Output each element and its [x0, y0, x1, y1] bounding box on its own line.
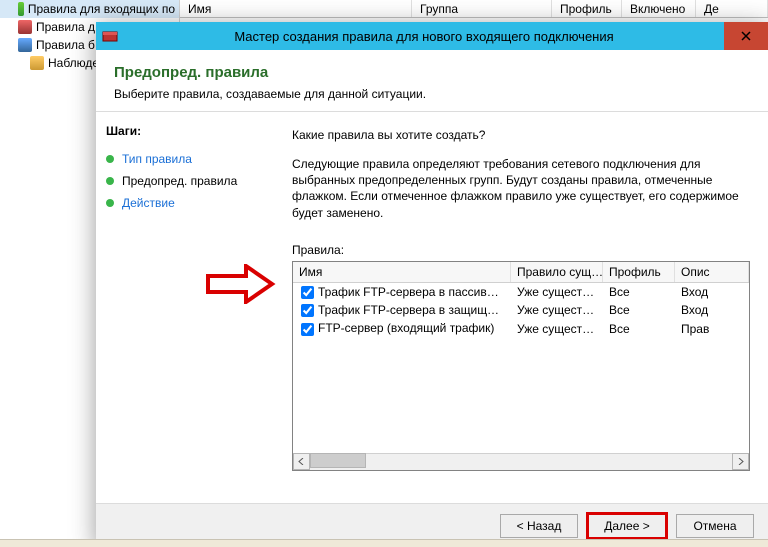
rule-checkbox[interactable] [301, 304, 314, 317]
scroll-right-button[interactable] [732, 453, 749, 470]
table-row[interactable]: Трафик FTP-сервера в защищенном режи… Уж… [293, 301, 749, 319]
rule-desc: Вход [675, 302, 749, 318]
col-enabled[interactable]: Включено [622, 0, 696, 17]
next-button[interactable]: Далее > [588, 514, 666, 538]
step-label: Тип правила [122, 152, 192, 166]
rule-exists: Уже существ… [511, 302, 603, 318]
rules-security-icon [18, 38, 32, 52]
rule-exists: Уже существ… [511, 321, 603, 337]
rule-checkbox[interactable] [301, 323, 314, 336]
taskbar-strip [0, 539, 768, 547]
step-rule-type[interactable]: Тип правила [106, 148, 272, 170]
grid-header: Имя Правило сущ… Профиль Опис [293, 262, 749, 283]
rules-inbound-icon [18, 2, 24, 16]
rule-exists: Уже существ… [511, 284, 603, 300]
col-header-name[interactable]: Имя [293, 262, 511, 282]
explain-text: Следующие правила определяют требования … [292, 156, 750, 221]
col-profile[interactable]: Профиль [552, 0, 622, 17]
rule-checkbox[interactable] [301, 286, 314, 299]
horizontal-scrollbar[interactable] [293, 453, 749, 470]
steps-heading: Шаги: [106, 124, 272, 138]
bullet-icon [106, 177, 114, 185]
rule-profile: Все [603, 302, 675, 318]
rule-name: Трафик FTP-сервера в пассивном режим… [318, 285, 511, 299]
firewall-icon [102, 28, 118, 44]
table-row[interactable]: FTP-сервер (входящий трафик) Уже существ… [293, 319, 749, 337]
close-button[interactable] [724, 22, 768, 50]
page-title: Предопред. правила [114, 64, 750, 81]
bullet-icon [106, 199, 114, 207]
grid-rows: Трафик FTP-сервера в пассивном режим… Уж… [293, 283, 749, 453]
step-label: Предопред. правила [122, 174, 237, 188]
tree-item-label: Правила для входящих по [28, 2, 175, 16]
prompt-text: Какие правила вы хотите создать? [292, 128, 750, 142]
col-header-exists[interactable]: Правило сущ… [511, 262, 603, 282]
monitoring-icon [30, 56, 44, 70]
col-name[interactable]: Имя [180, 0, 412, 17]
scroll-thumb[interactable] [310, 453, 366, 468]
rules-label: Правила: [292, 243, 750, 257]
scroll-track[interactable] [310, 453, 732, 470]
step-label: Действие [122, 196, 175, 210]
wizard-header: Предопред. правила Выберите правила, соз… [96, 50, 768, 112]
step-predefined-rules[interactable]: Предопред. правила [106, 170, 272, 192]
rule-desc: Вход [675, 284, 749, 300]
tree-item-label: Правила д [36, 20, 95, 34]
table-row[interactable]: Трафик FTP-сервера в пассивном режим… Уж… [293, 283, 749, 301]
tree-item-label: Правила б [36, 38, 95, 52]
back-button[interactable]: < Назад [500, 514, 578, 538]
bullet-icon [106, 155, 114, 163]
titlebar[interactable]: Мастер создания правила для нового входя… [96, 22, 768, 50]
scroll-left-button[interactable] [293, 453, 310, 470]
rule-name: FTP-сервер (входящий трафик) [318, 321, 494, 335]
page-subtitle: Выберите правила, создаваемые для данной… [114, 87, 750, 101]
col-action[interactable]: Де [696, 0, 768, 17]
wizard-dialog: Мастер создания правила для нового входя… [96, 22, 768, 547]
cancel-button[interactable]: Отмена [676, 514, 754, 538]
col-group[interactable]: Группа [412, 0, 552, 17]
rules-grid: Имя Правило сущ… Профиль Опис Трафик FTP… [292, 261, 750, 471]
rule-name: Трафик FTP-сервера в защищенном режи… [318, 303, 511, 317]
col-header-desc[interactable]: Опис [675, 262, 749, 282]
col-header-profile[interactable]: Профиль [603, 262, 675, 282]
step-action[interactable]: Действие [106, 192, 272, 214]
content-pane: Какие правила вы хотите создать? Следующ… [282, 112, 768, 503]
mmc-list-header: Имя Группа Профиль Включено Де [180, 0, 768, 18]
rules-outbound-icon [18, 20, 32, 34]
dialog-title: Мастер создания правила для нового входя… [124, 29, 724, 44]
rule-profile: Все [603, 284, 675, 300]
rule-profile: Все [603, 321, 675, 337]
rule-desc: Прав [675, 321, 749, 337]
steps-pane: Шаги: Тип правила Предопред. правила Дей… [96, 112, 282, 503]
tree-item-inbound-rules[interactable]: Правила для входящих по [0, 0, 179, 18]
